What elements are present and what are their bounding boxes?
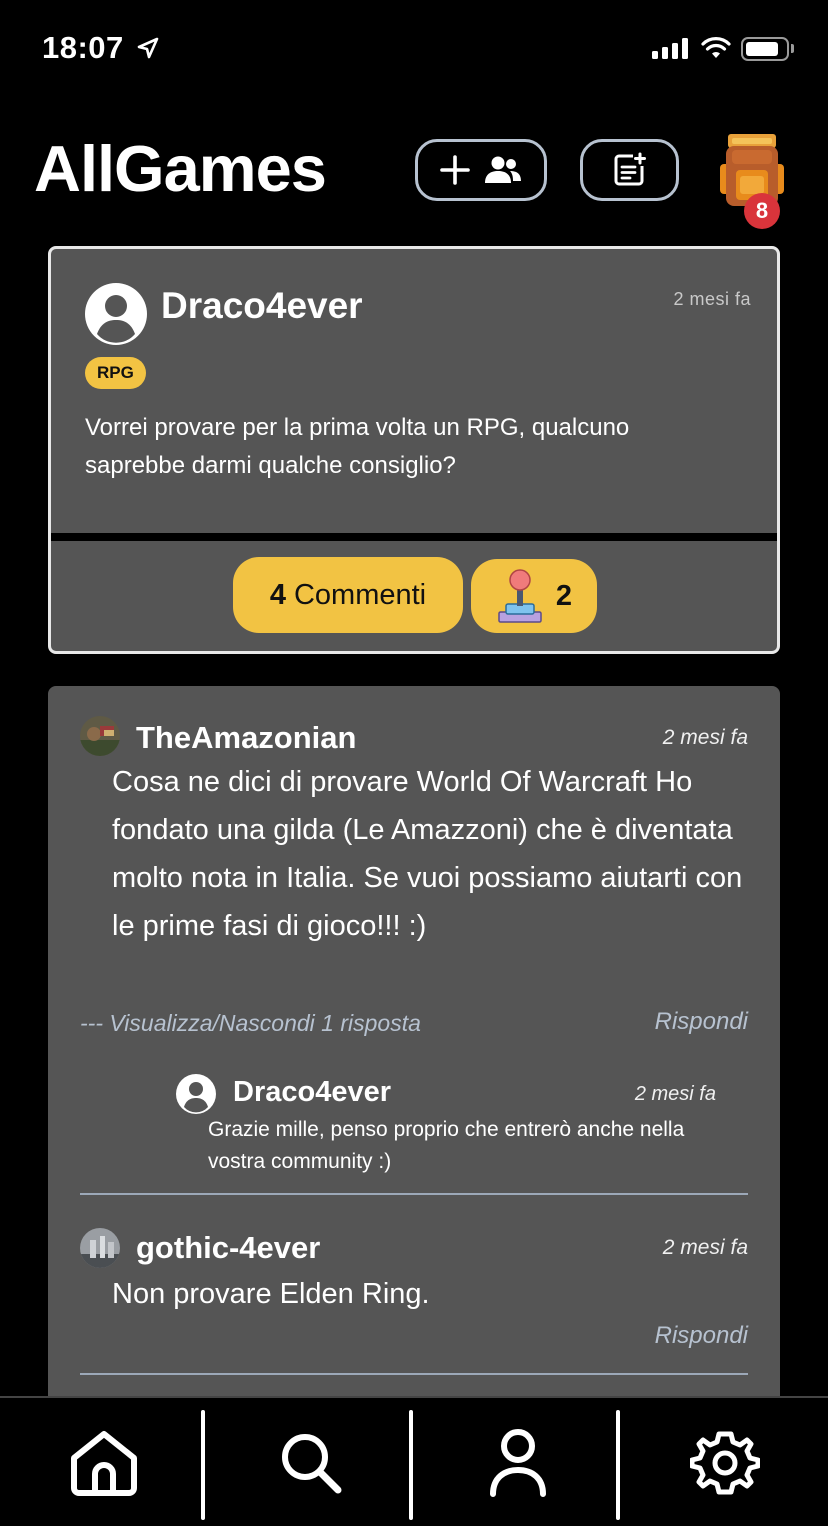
comment-text: Non provare Elden Ring. [112,1278,430,1310]
comment-author[interactable]: TheAmazonian [136,720,356,756]
comments-count: 4 [269,578,286,611]
cellular-signal-icon [652,38,688,59]
comment-separator [80,1373,748,1375]
reply-avatar-icon [176,1074,216,1114]
plus-icon [440,155,470,185]
joystick-like-button[interactable]: 2 [471,559,597,633]
battery-tip [791,44,794,53]
note-add-icon [614,152,646,186]
joystick-icon [498,569,542,623]
wifi-icon [701,37,731,58]
comment-time: 2 mesi fa [662,726,748,749]
users-icon [485,156,521,183]
commenter-avatar[interactable] [80,1228,120,1268]
reply-button[interactable]: Rispondi [655,1008,748,1036]
reply-button[interactable]: Rispondi [655,1322,748,1350]
reply-text: Grazie mille, penso proprio che entrerò … [208,1118,685,1173]
status-bar: 18:07 [0,0,828,100]
tab-profile[interactable] [414,1398,621,1526]
search-icon [281,1434,341,1494]
battery-icon [741,37,789,61]
add-friends-button[interactable] [415,139,547,201]
post-author[interactable]: Draco4ever [161,285,363,327]
user-avatar-icon [85,283,147,345]
home-icon [70,1431,137,1496]
post-text: Vorrei provare per la prima volta un RPG… [85,414,630,479]
reply-author[interactable]: Draco4ever [233,1076,391,1109]
settings-icon [689,1431,760,1495]
comment-separator [80,1193,748,1195]
post-time: 2 mesi fa [673,289,751,309]
comment-author[interactable]: gothic-4ever [136,1230,320,1266]
reply-time: 2 mesi fa [634,1083,716,1105]
new-post-button[interactable] [580,139,679,201]
app-title: AllGames [34,132,327,205]
tab-separator [201,1410,205,1520]
status-time: 18:07 [42,30,124,65]
tab-separator [616,1410,620,1520]
comment-text: Cosa ne dici di provare World Of Warcraf… [112,766,743,942]
commenter-avatar[interactable] [80,716,120,756]
tab-search[interactable] [207,1398,414,1526]
tab-bar [0,1396,828,1526]
comments-label: Commenti [293,578,427,611]
toggle-replies-link[interactable]: --- Visualizza/Nascondi 1 risposta [80,1010,421,1037]
notification-badge: 8 [744,193,780,229]
profile-icon [489,1429,546,1497]
comment-time: 2 mesi fa [662,1236,748,1259]
tab-separator [409,1410,413,1520]
tab-settings[interactable] [621,1398,828,1526]
post-card[interactable]: Draco4ever 2 mesi fa RPG Vorrei provare … [48,246,780,654]
tag-badge[interactable]: RPG [85,357,146,389]
tab-home[interactable] [0,1398,207,1526]
location-arrow-icon [137,37,159,59]
comments-button[interactable]: 4 Commenti [233,557,463,633]
likes-count: 2 [555,579,573,612]
divider [51,533,777,541]
comments-panel: TheAmazonian 2 mesi fa Cosa ne dici di p… [48,686,780,1426]
